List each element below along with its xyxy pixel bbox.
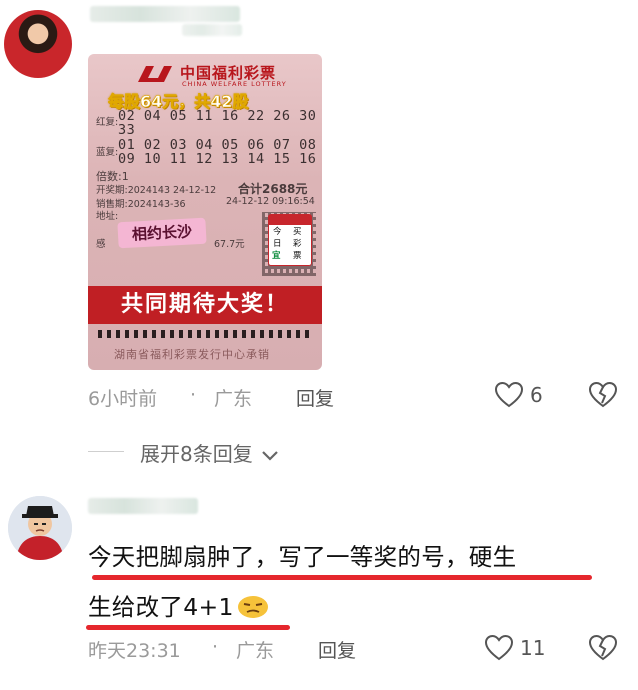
- lottery-ticket-image[interactable]: 中国福利彩票 CHINA WELFARE LOTTERY 每股64元，共42股 …: [88, 54, 322, 370]
- avatar-illustration-icon: [8, 496, 72, 560]
- chevron-down-icon: [262, 450, 278, 461]
- red-numbers-line1: 02 04 05 11 16 22 26 30: [118, 108, 317, 124]
- reply-button[interactable]: 回复: [318, 636, 356, 663]
- username-redacted[interactable]: [88, 498, 198, 514]
- misc-amount-text: 67.7元: [214, 239, 245, 250]
- reply-button[interactable]: 回复: [296, 384, 334, 411]
- username-redacted[interactable]: [90, 6, 240, 22]
- comment-time: 昨天23:31: [88, 640, 181, 662]
- avatar[interactable]: [4, 10, 72, 78]
- comment-time: 6小时前: [88, 388, 158, 410]
- expand-replies-button[interactable]: 展开8条回复: [140, 438, 279, 467]
- broken-heart-icon[interactable]: [588, 634, 618, 662]
- smirk-emoji-icon: [237, 596, 268, 618]
- sticker-label: 相约长沙: [117, 217, 207, 249]
- heart-icon[interactable]: [494, 381, 524, 409]
- ticket-logo-english: CHINA WELFARE LOTTERY: [182, 80, 287, 88]
- expand-replies-label: 展开8条回复: [140, 442, 253, 466]
- red-numbers-line2: 33: [118, 122, 136, 138]
- address-text: 地址:: [96, 211, 119, 222]
- welfare-lottery-logo-icon: [138, 66, 172, 82]
- red-underline: [92, 575, 592, 580]
- comment-text-line1: 今天把脚扇肿了，写了一等奖的号，硬生: [88, 543, 517, 571]
- blue-label: 蓝复:: [96, 147, 119, 158]
- blue-numbers-line2: 09 10 11 12 13 14 15 16: [118, 151, 317, 167]
- draw-text: 开奖期:2024143 24-12-12: [96, 185, 217, 196]
- ticket-banner: 共同期待大奖！: [88, 286, 322, 324]
- total-text: 合计2688元: [238, 182, 308, 196]
- comment-location: 广东: [214, 388, 253, 410]
- heart-icon[interactable]: [484, 634, 514, 662]
- barcode-icon: [98, 330, 312, 338]
- avatar[interactable]: [8, 496, 72, 560]
- like-count: 11: [520, 636, 546, 660]
- red-underline: [86, 625, 290, 630]
- separator: ·: [212, 636, 219, 658]
- comment-text-line2: 生给改了4+1: [88, 588, 270, 622]
- ticket-footer: 湖南省福利彩票发行中心承销: [114, 348, 270, 361]
- broken-heart-icon[interactable]: [588, 381, 618, 409]
- comment-location: 广东: [236, 640, 275, 662]
- misc-text: 感: [96, 239, 106, 250]
- username-redacted-extra: [182, 24, 242, 36]
- expand-divider: [88, 451, 124, 452]
- like-count: 6: [530, 383, 543, 407]
- separator: ·: [190, 384, 197, 406]
- red-label: 红复:: [96, 117, 119, 128]
- buy-lottery-stamp: 今 日 宜 买 彩 票: [268, 214, 312, 266]
- sale-time-text: 24-12-12 09:16:54: [226, 196, 315, 207]
